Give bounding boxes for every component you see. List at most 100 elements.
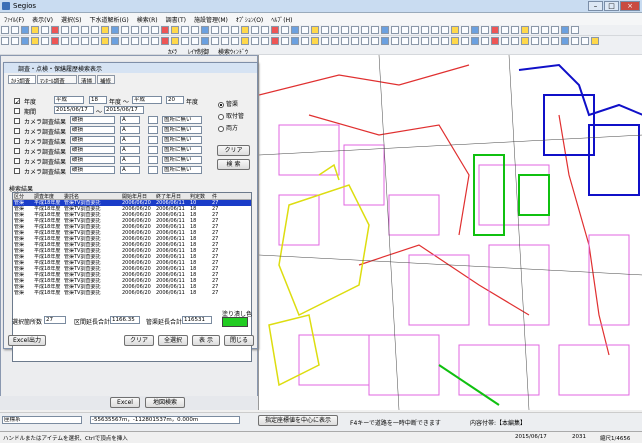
tool-icon[interactable]	[121, 37, 129, 45]
tool-icon[interactable]	[71, 37, 79, 45]
menu-item-6[interactable]: 施設管理(M)	[190, 13, 232, 24]
tool-icon[interactable]	[151, 37, 159, 45]
tool-icon[interactable]	[351, 37, 359, 45]
tool-icon[interactable]	[301, 26, 309, 34]
tool-icon[interactable]	[131, 26, 139, 34]
menu-item-0[interactable]: ﾌｧｲﾙ(F)	[0, 13, 28, 24]
tool-icon[interactable]	[481, 26, 489, 34]
close-dialog-button[interactable]: 閉じる	[224, 335, 254, 346]
tool-icon[interactable]	[221, 26, 229, 34]
map-lookup-button[interactable]: 地図検索	[145, 397, 185, 408]
tool-icon[interactable]	[231, 37, 239, 45]
tool-icon[interactable]	[1, 26, 9, 34]
condition-input[interactable]	[148, 166, 158, 174]
tool-icon[interactable]	[161, 26, 169, 34]
year-to-input[interactable]: 20	[166, 96, 184, 104]
tool-icon[interactable]	[461, 26, 469, 34]
tool-icon[interactable]	[321, 37, 329, 45]
tool-icon[interactable]	[121, 26, 129, 34]
tool-icon[interactable]	[61, 26, 69, 34]
menu-item-8[interactable]: ﾍﾙﾌﾟ(H)	[267, 13, 296, 24]
map-canvas[interactable]	[258, 55, 642, 410]
tool-icon[interactable]	[411, 26, 419, 34]
tool-icon[interactable]	[571, 37, 579, 45]
tool-icon[interactable]	[501, 26, 509, 34]
tool-icon[interactable]	[211, 37, 219, 45]
condition-extra-select[interactable]: 箇所に無い	[162, 136, 202, 144]
year-from-input[interactable]: 18	[89, 96, 107, 104]
radio-0[interactable]: 管渠	[218, 99, 238, 108]
tool-icon[interactable]	[11, 26, 19, 34]
tool-icon[interactable]	[131, 37, 139, 45]
tool-icon[interactable]	[331, 26, 339, 34]
tool-icon[interactable]	[521, 37, 529, 45]
tool-icon[interactable]	[401, 37, 409, 45]
tool-icon[interactable]	[281, 26, 289, 34]
tool-icon[interactable]	[21, 26, 29, 34]
tool-icon[interactable]	[1, 37, 9, 45]
tool-icon[interactable]	[511, 26, 519, 34]
condition-value-select[interactable]: 破損	[70, 156, 115, 164]
tool-icon[interactable]	[11, 37, 19, 45]
tool-icon[interactable]	[391, 26, 399, 34]
tool-icon[interactable]	[221, 37, 229, 45]
era-to-select[interactable]: 平成	[132, 96, 162, 104]
tool-icon[interactable]	[171, 37, 179, 45]
tool-icon[interactable]	[501, 37, 509, 45]
tool-icon[interactable]	[311, 26, 319, 34]
tool-icon[interactable]	[91, 37, 99, 45]
tool-icon[interactable]	[591, 37, 599, 45]
condition-operator-select[interactable]: A	[120, 146, 140, 154]
menu-item-7[interactable]: ｵﾌﾟｼｮﾝ(O)	[232, 13, 267, 24]
tool-icon[interactable]	[541, 37, 549, 45]
condition-extra-select[interactable]: 箇所に無い	[162, 126, 202, 134]
table-row[interactable]: 管渠 平成18年度 管渠TV調査委託 2006/06/20 2006/06/11 18 27	[13, 290, 251, 296]
tool-icon[interactable]	[421, 37, 429, 45]
condition-input[interactable]	[148, 146, 158, 154]
condition-checkbox[interactable]	[14, 167, 20, 174]
maximize-button[interactable]: □	[604, 1, 619, 11]
clear-button[interactable]: クリア	[217, 145, 250, 156]
tool-icon[interactable]	[541, 26, 549, 34]
tool-icon[interactable]	[401, 26, 409, 34]
tool-icon[interactable]	[281, 37, 289, 45]
tool-icon[interactable]	[181, 26, 189, 34]
tool-icon[interactable]	[491, 37, 499, 45]
condition-checkbox[interactable]	[14, 147, 20, 154]
condition-checkbox[interactable]	[14, 127, 20, 134]
menu-item-1[interactable]: 表示(V)	[28, 13, 57, 24]
condition-operator-select[interactable]: A	[120, 156, 140, 164]
tool-icon[interactable]	[531, 37, 539, 45]
tool-icon[interactable]	[61, 37, 69, 45]
condition-extra-select[interactable]: 箇所に無い	[162, 146, 202, 154]
tool-icon[interactable]	[441, 37, 449, 45]
condition-input[interactable]	[148, 126, 158, 134]
tool-icon[interactable]	[491, 26, 499, 34]
tool-icon[interactable]	[321, 26, 329, 34]
tool-icon[interactable]	[311, 37, 319, 45]
close-button[interactable]: ×	[620, 1, 640, 11]
tool-icon[interactable]	[421, 26, 429, 34]
tool-icon[interactable]	[531, 26, 539, 34]
condition-value-select[interactable]: 破損	[70, 166, 115, 174]
tool-icon[interactable]	[251, 26, 259, 34]
tool-icon[interactable]	[31, 37, 39, 45]
show-button[interactable]: 表 示	[192, 335, 220, 346]
tool-icon[interactable]	[571, 26, 579, 34]
excel-export-button[interactable]: Excel出力	[8, 335, 46, 346]
tool-icon[interactable]	[161, 37, 169, 45]
tool-icon[interactable]	[101, 26, 109, 34]
year-checkbox[interactable]: ✓	[14, 97, 20, 106]
condition-operator-select[interactable]: A	[120, 166, 140, 174]
tool-icon[interactable]	[81, 26, 89, 34]
condition-value-select[interactable]: 破損	[70, 126, 115, 134]
tool-icon[interactable]	[231, 26, 239, 34]
tool-icon[interactable]	[111, 37, 119, 45]
tool-icon[interactable]	[361, 26, 369, 34]
date-from-input[interactable]: 2015/06/17	[54, 106, 94, 114]
condition-operator-select[interactable]: A	[120, 136, 140, 144]
tool-icon[interactable]	[291, 37, 299, 45]
tool-icon[interactable]	[201, 26, 209, 34]
condition-checkbox[interactable]	[14, 137, 20, 144]
menu-item-5[interactable]: 調書(T)	[162, 13, 190, 24]
